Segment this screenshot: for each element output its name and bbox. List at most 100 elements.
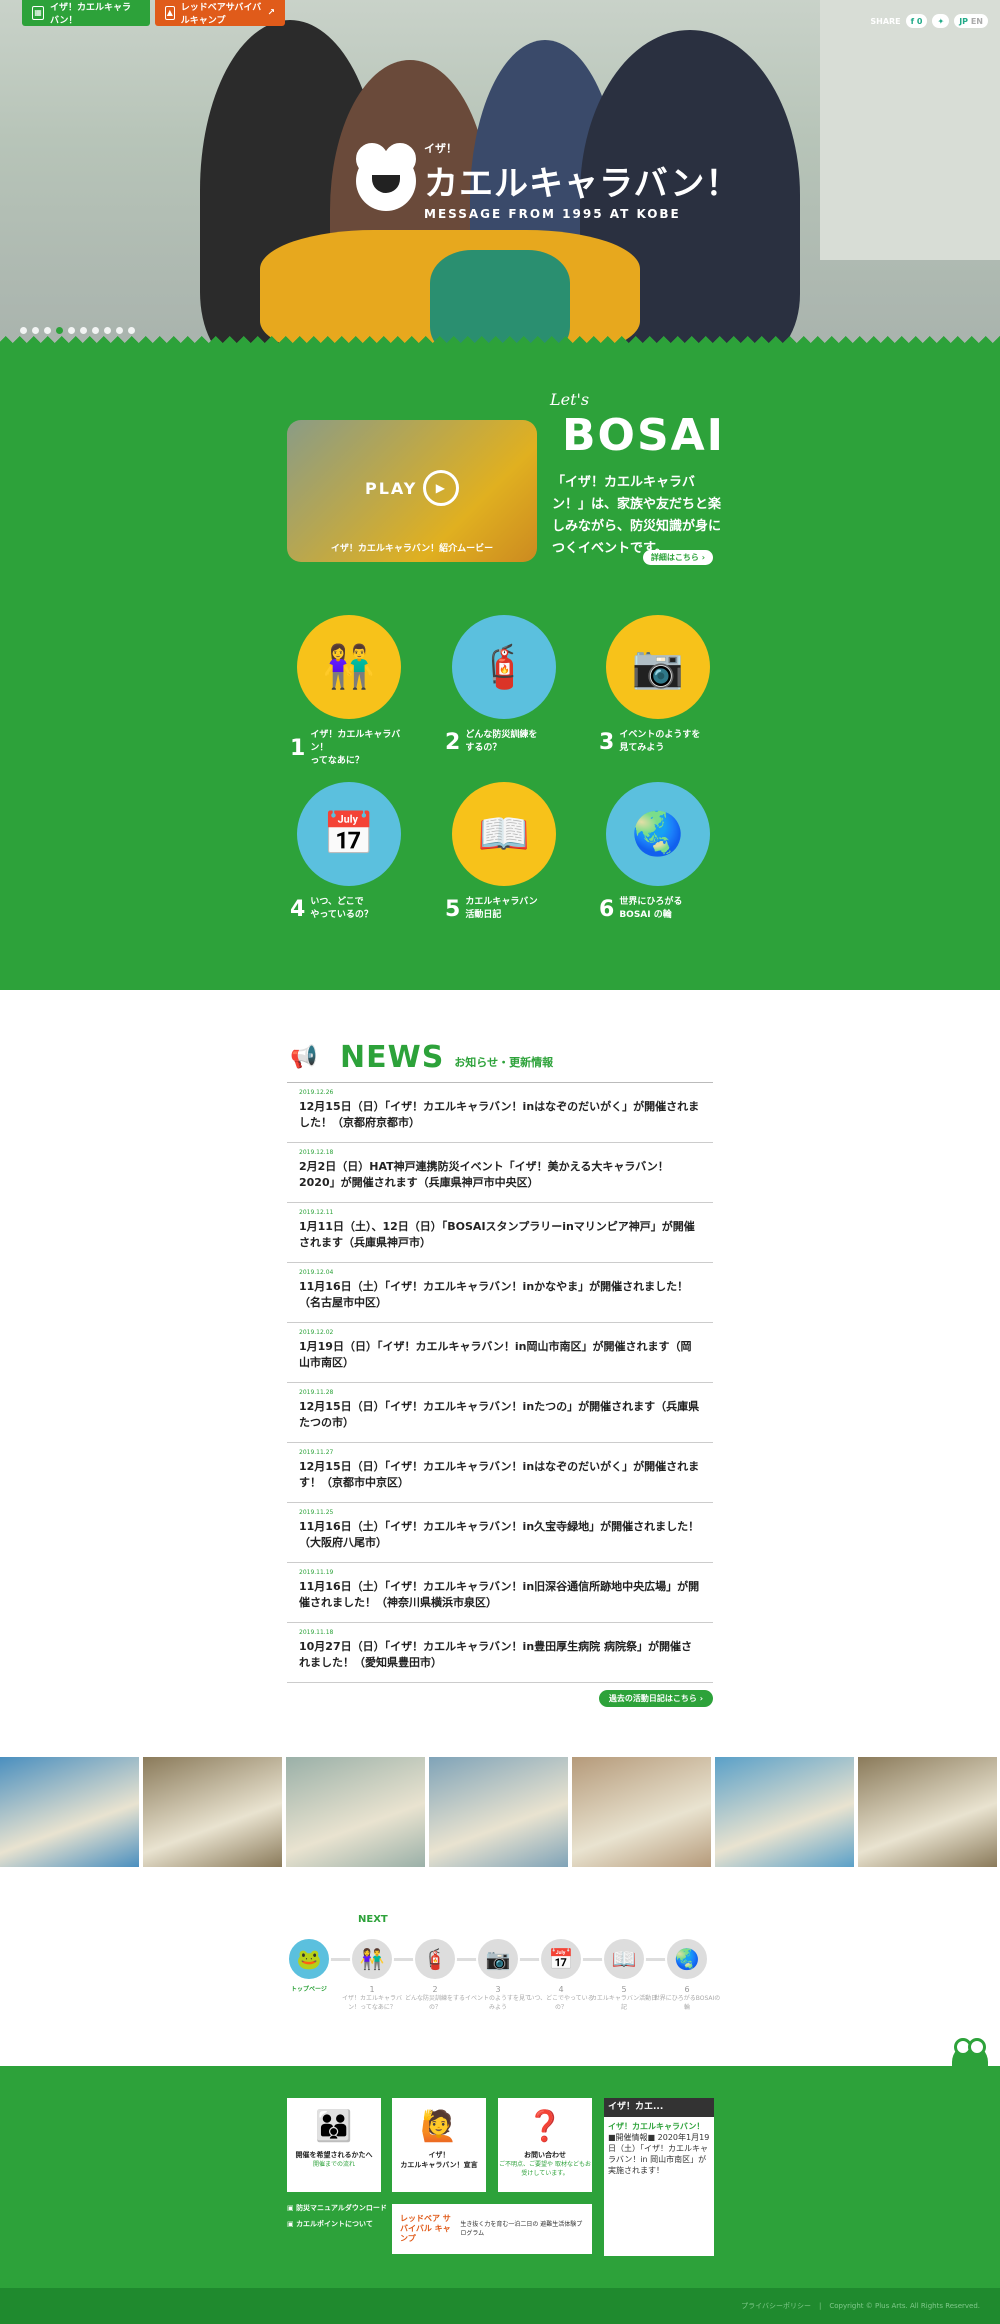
- lang-en[interactable]: EN: [971, 17, 983, 26]
- lang-jp[interactable]: JP: [959, 17, 968, 26]
- news-item[interactable]: 2019.12.04 11月16日（土）「イザ！カエルキャラバン！inかなやま」…: [287, 1263, 713, 1323]
- hero-slider[interactable]: ▦ イザ！カエルキャラバン！ ▲ レッドベアサバイバルキャンプ ↗ SHARE …: [0, 0, 1000, 350]
- facebook-count: 0: [916, 16, 923, 26]
- pager-label: 世界にひろがるBOSAIの輪: [653, 1995, 721, 2011]
- copyright-text: Copyright © Plus Arts. All Rights Reserv…: [829, 2302, 980, 2310]
- news-item[interactable]: 2019.12.11 1月11日（土）、12日（日）「BOSAIスタンプラリーi…: [287, 1203, 713, 1263]
- pager-label: カエルキャラバン活動日記: [590, 1995, 658, 2011]
- intro-video[interactable]: PLAY ▶ イザ！カエルキャラバン！紹介ムービー: [287, 420, 537, 562]
- camp-text: 生き抜く力を育む一泊二日の 避難生活体験プログラム: [460, 2221, 583, 2237]
- pager-icon: 🐸: [287, 1937, 331, 1981]
- pager-item[interactable]: 👫 1 イザ！カエルキャラバン！ってなあに？: [337, 1937, 407, 2012]
- facebook-widget[interactable]: イザ！カエ... イザ！カエルキャラバン！ ■開催情報■ 2020年1月19日（…: [604, 2098, 714, 2256]
- lets-label: Let's: [550, 390, 590, 409]
- news-text[interactable]: 12月15日（日）「イザ！カエルキャラバン！inたつの」が開催されます（兵庫県た…: [299, 1399, 701, 1431]
- footer-link-label: カエルポイントについて: [296, 2220, 373, 2228]
- slider-dot[interactable]: [116, 327, 123, 334]
- slider-dot[interactable]: [56, 327, 63, 334]
- slider-dot[interactable]: [92, 327, 99, 334]
- zigzag-divider: [0, 990, 1000, 1004]
- language-switch[interactable]: JP EN: [954, 14, 988, 28]
- event-photo: [715, 1757, 854, 1867]
- pager-number: 2: [432, 1985, 438, 1994]
- people-icon: 👪: [315, 2109, 353, 2144]
- category-6[interactable]: 🌏 6 世界にひろがる BOSAI の輪: [593, 782, 723, 922]
- footer-links: ▣ 防災マニュアルダウンロード ▣ カエルポイントについて: [287, 2200, 387, 2232]
- slider-dot[interactable]: [80, 327, 87, 334]
- footer-card-host[interactable]: 👪 開催を希望されるかたへ 開催までの流れ: [287, 2098, 381, 2192]
- slider-dot[interactable]: [68, 327, 75, 334]
- news-text[interactable]: 11月16日（土）「イザ！カエルキャラバン！in旧深谷通信所跡地中央広場」が開催…: [299, 1579, 701, 1611]
- category-5[interactable]: 📖 5 カエルキャラバン 活動日記: [439, 782, 569, 922]
- category-number: 1: [290, 736, 306, 761]
- news-item[interactable]: 2019.11.25 11月16日（土）「イザ！カエルキャラバン！in久宝寺緑地…: [287, 1503, 713, 1563]
- footer-card-contact[interactable]: ❓ お問い合わせ ご不明点、ご要望や 取材などもお受けしています。: [498, 2098, 592, 2192]
- twitter-share-button[interactable]: ✦: [932, 14, 950, 28]
- drill-icon: 🧯: [452, 615, 556, 719]
- news-item[interactable]: 2019.12.02 1月19日（日）「イザ！カエルキャラバン！in岡山市南区」…: [287, 1323, 713, 1383]
- news-text[interactable]: 12月15日（日）「イザ！カエルキャラバン！inはなぞのだいがく」が開催されます…: [299, 1459, 701, 1491]
- footer-card-declaration[interactable]: 🙋 イザ！ カエルキャラバン！宣言: [392, 2098, 486, 2192]
- privacy-link[interactable]: プライバシーポリシー: [741, 2301, 811, 2311]
- news-text[interactable]: 11月16日（土）「イザ！カエルキャラバン！inかなやま」が開催されました！（名…: [299, 1279, 701, 1311]
- news-text[interactable]: 2月2日（日）HAT神戸連携防災イベント「イザ！美かえる大キャラバン！2020」…: [299, 1159, 701, 1191]
- camera-photos-icon: 📷: [606, 615, 710, 719]
- site-logo[interactable]: イザ！ カエルキャラバン！ MESSAGE FROM 1995 AT KOBE: [356, 140, 740, 221]
- share-bar: SHARE f 0 ✦ JP EN: [870, 14, 988, 28]
- slider-dot[interactable]: [20, 327, 27, 334]
- footer-link-points[interactable]: ▣ カエルポイントについて: [287, 2216, 387, 2232]
- pager-item[interactable]: 📅 4 いつ、どこでやっているの？: [526, 1937, 596, 2012]
- category-2[interactable]: 🧯 2 どんな防災訓練を するの？: [439, 615, 569, 755]
- news-text[interactable]: 12月15日（日）「イザ！カエルキャラバン！inはなぞのだいがく」が開催されまし…: [299, 1099, 701, 1131]
- archive-link[interactable]: 過去の活動日記はこちら ›: [598, 1690, 713, 1707]
- slider-dot[interactable]: [44, 327, 51, 334]
- news-item[interactable]: 2019.11.27 12月15日（日）「イザ！カエルキャラバン！inはなぞのだ…: [287, 1443, 713, 1503]
- category-1[interactable]: 👫 1 イザ！カエルキャラバン！ ってなあに？: [284, 615, 414, 768]
- top-tab-kaeru[interactable]: ▦ イザ！カエルキャラバン！: [22, 0, 150, 26]
- news-text[interactable]: 11月16日（土）「イザ！カエルキャラバン！in久宝寺緑地」が開催されました！（…: [299, 1519, 701, 1551]
- news-date: 2019.11.28: [299, 1389, 334, 1396]
- play-button[interactable]: PLAY ▶: [365, 470, 460, 506]
- news-item[interactable]: 2019.11.28 12月15日（日）「イザ！カエルキャラバン！inたつの」が…: [287, 1383, 713, 1443]
- news-text[interactable]: 10月27日（日）「イザ！カエルキャラバン！in豊田厚生病院 病院祭」が開催され…: [299, 1639, 701, 1671]
- fb-widget-title[interactable]: イザ！カエルキャラバン！: [608, 2121, 710, 2132]
- slider-dot[interactable]: [32, 327, 39, 334]
- facebook-share-button[interactable]: f 0: [905, 14, 928, 28]
- category-3[interactable]: 📷 3 イベントのようすを 見てみよう: [593, 615, 723, 755]
- external-link-icon: ↗: [267, 8, 275, 18]
- pager-icon: 🌏: [665, 1937, 709, 1981]
- category-4[interactable]: 📅 4 いつ、どこで やっているの？: [284, 782, 414, 922]
- footer-link-manual[interactable]: ▣ 防災マニュアルダウンロード: [287, 2200, 387, 2216]
- news-item[interactable]: 2019.12.18 2月2日（日）HAT神戸連携防災イベント「イザ！美かえる大…: [287, 1143, 713, 1203]
- pager-icon: 📅: [539, 1937, 583, 1981]
- redbear-logo: レッドベア サバイバル キャンプ: [400, 2214, 451, 2243]
- event-photo: [286, 1757, 425, 1867]
- top-tab-redbear[interactable]: ▲ レッドベアサバイバルキャンプ ↗: [155, 0, 285, 26]
- slider-dots[interactable]: [20, 327, 135, 334]
- news-text[interactable]: 1月19日（日）「イザ！カエルキャラバン！in岡山市南区」が開催されます（岡山市…: [299, 1339, 701, 1371]
- pager-item[interactable]: 📖 5 カエルキャラバン活動日記: [589, 1937, 659, 2012]
- news-text[interactable]: 1月11日（土）、12日（日）「BOSAIスタンプラリーinマリンピア神戸」が開…: [299, 1219, 701, 1251]
- calendar-icon: 📅: [297, 782, 401, 886]
- pager-item[interactable]: 🌏 6 世界にひろがるBOSAIの輪: [652, 1937, 722, 2012]
- news-item[interactable]: 2019.12.26 12月15日（日）「イザ！カエルキャラバン！inはなぞのだ…: [287, 1083, 713, 1143]
- bosai-title: BOSAI: [562, 410, 726, 461]
- category-label: カエルキャラバン 活動日記: [465, 897, 538, 920]
- news-header: 📢 NEWS お知らせ・更新情報: [290, 1040, 553, 1075]
- news-date: 2019.11.27: [299, 1449, 334, 1456]
- event-photo: [429, 1757, 568, 1867]
- news-date: 2019.11.18: [299, 1629, 334, 1636]
- frog-peek-icon: [952, 2038, 988, 2066]
- pager-item[interactable]: 📷 3 イベントのようすを見てみよう: [463, 1937, 533, 2012]
- twitter-icon: ✦: [937, 16, 945, 26]
- intro-more-link[interactable]: 詳細はこちら ›: [642, 550, 713, 565]
- redbear-camp-banner[interactable]: レッドベア サバイバル キャンプ 生き抜く力を育む一泊二日の 避難生活体験プログ…: [392, 2204, 592, 2254]
- news-item[interactable]: 2019.11.18 10月27日（日）「イザ！カエルキャラバン！in豊田厚生病…: [287, 1623, 713, 1683]
- category-label: どんな防災訓練を するの？: [465, 730, 538, 753]
- category-label: イザ！カエルキャラバン！ ってなあに？: [310, 730, 401, 766]
- pager-item[interactable]: 🐸 トップページ: [274, 1937, 344, 1994]
- slider-dot[interactable]: [104, 327, 111, 334]
- slider-dot[interactable]: [128, 327, 135, 334]
- news-item[interactable]: 2019.11.19 11月16日（土）「イザ！カエルキャラバン！in旧深谷通信…: [287, 1563, 713, 1623]
- pager-item[interactable]: 🧯 2 どんな防災訓練をするの？: [400, 1937, 470, 2012]
